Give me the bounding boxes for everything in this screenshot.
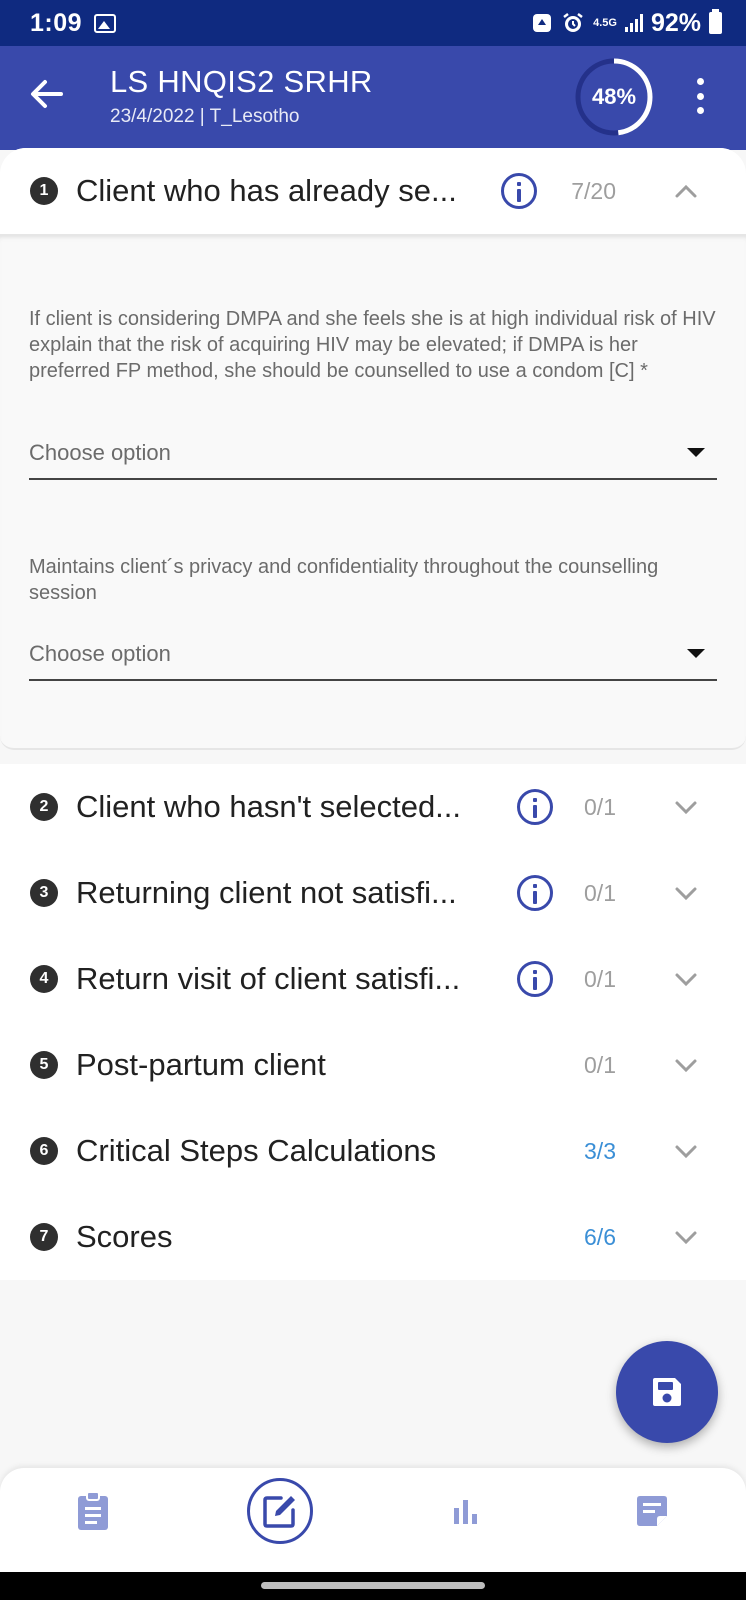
alarm-icon <box>563 13 583 32</box>
status-time: 1:09 <box>30 8 83 37</box>
clipboard-icon <box>78 1491 108 1530</box>
nav-statistics[interactable] <box>432 1478 498 1544</box>
chevron-down-icon[interactable] <box>674 1225 698 1249</box>
section-header-1[interactable]: 1 Client who has already se... 7/20 <box>0 148 746 234</box>
section-number: 1 <box>30 177 58 205</box>
section-count: 0/1 <box>584 965 616 992</box>
select-placeholder: Choose option <box>29 641 171 666</box>
recycle-icon <box>533 14 552 32</box>
nav-overview[interactable] <box>60 1478 126 1544</box>
select-placeholder: Choose option <box>29 440 171 465</box>
chevron-down-icon[interactable] <box>674 795 698 819</box>
nav-notes[interactable] <box>619 1478 685 1544</box>
section-number: 6 <box>30 1137 58 1165</box>
home-gesture-bar[interactable] <box>261 1582 485 1589</box>
section-number: 3 <box>30 879 58 907</box>
section-count: 7/20 <box>571 177 616 204</box>
edit-icon <box>263 1496 295 1528</box>
page-title: LS HNQIS2 SRHR <box>110 64 373 99</box>
section-title: Return visit of client satisfi... <box>76 961 461 996</box>
section-number: 5 <box>30 1051 58 1079</box>
question-text: Maintains client´s privacy and confident… <box>29 556 659 604</box>
bottom-navigation <box>0 1468 746 1572</box>
sections-list: 1 Client who has already se... 7/20 If c… <box>0 148 746 1290</box>
section-count: 0/1 <box>584 879 616 906</box>
progress-value: 48% <box>591 84 637 109</box>
section-title: Returning client not satisfi... <box>76 875 457 910</box>
section-header-2[interactable]: 2 Client who hasn't selected... 0/1 <box>0 764 746 850</box>
section-count: 3/3 <box>584 1137 616 1164</box>
section-count: 0/1 <box>584 1051 616 1078</box>
section-header-6[interactable]: 6 Critical Steps Calculations 3/3 <box>0 1108 746 1194</box>
section-count: 6/6 <box>584 1223 616 1250</box>
section-title: Scores <box>76 1219 173 1254</box>
system-navigation-bar <box>0 1572 746 1600</box>
network-type: 4.5G <box>593 17 617 29</box>
section-header-3[interactable]: 3 Returning client not satisfi... 0/1 <box>0 850 746 936</box>
save-icon <box>653 1378 681 1406</box>
info-icon[interactable] <box>501 173 537 209</box>
caret-down-icon <box>687 649 705 658</box>
battery-percent: 92% <box>650 8 701 37</box>
section-header-4[interactable]: 4 Return visit of client satisfi... 0/1 <box>0 936 746 1022</box>
question-text: If client is considering DMPA and she fe… <box>29 308 716 382</box>
section-number: 7 <box>30 1223 58 1251</box>
gallery-icon <box>94 13 117 33</box>
caret-down-icon <box>687 448 705 457</box>
arrow-left-icon <box>31 80 63 108</box>
status-indicators: 4.5G 92% <box>531 9 722 38</box>
section-header-5[interactable]: 5 Post-partum client 0/1 <box>0 1022 746 1108</box>
section-title: Post-partum client <box>76 1047 326 1082</box>
save-button[interactable] <box>616 1341 718 1443</box>
section-header-7[interactable]: 7 Scores 6/6 <box>0 1194 746 1280</box>
nav-edit[interactable] <box>247 1478 313 1544</box>
section-number: 2 <box>30 793 58 821</box>
back-button[interactable] <box>26 74 66 114</box>
chevron-down-icon[interactable] <box>674 967 698 991</box>
status-bar: 1:09 4.5G 92% <box>0 0 746 46</box>
signal-icon <box>624 14 643 32</box>
completion-progress: 48% <box>573 56 655 138</box>
section-1-questions: If client is considering DMPA and she fe… <box>0 234 746 750</box>
section-title: Client who hasn't selected... <box>76 789 462 824</box>
page-subtitle: 23/4/2022 | T_Lesotho <box>110 106 300 127</box>
chevron-down-icon[interactable] <box>674 881 698 905</box>
question-2-select[interactable]: Choose option <box>29 629 717 681</box>
bar-chart-icon <box>454 1500 477 1524</box>
section-count: 0/1 <box>584 793 616 820</box>
app-header: LS HNQIS2 SRHR 23/4/2022 | T_Lesotho 48% <box>0 46 746 150</box>
chevron-down-icon[interactable] <box>674 1139 698 1163</box>
question-1-select[interactable]: Choose option <box>29 428 717 480</box>
chevron-down-icon[interactable] <box>674 1053 698 1077</box>
section-number: 4 <box>30 965 58 993</box>
section-title: Critical Steps Calculations <box>76 1133 437 1168</box>
section-title: Client who has already se... <box>76 173 457 208</box>
battery-icon <box>709 9 722 34</box>
more-options-button[interactable] <box>688 74 712 118</box>
notes-icon <box>637 1496 667 1526</box>
chevron-up-icon[interactable] <box>674 179 698 203</box>
more-vert-icon <box>696 78 704 85</box>
